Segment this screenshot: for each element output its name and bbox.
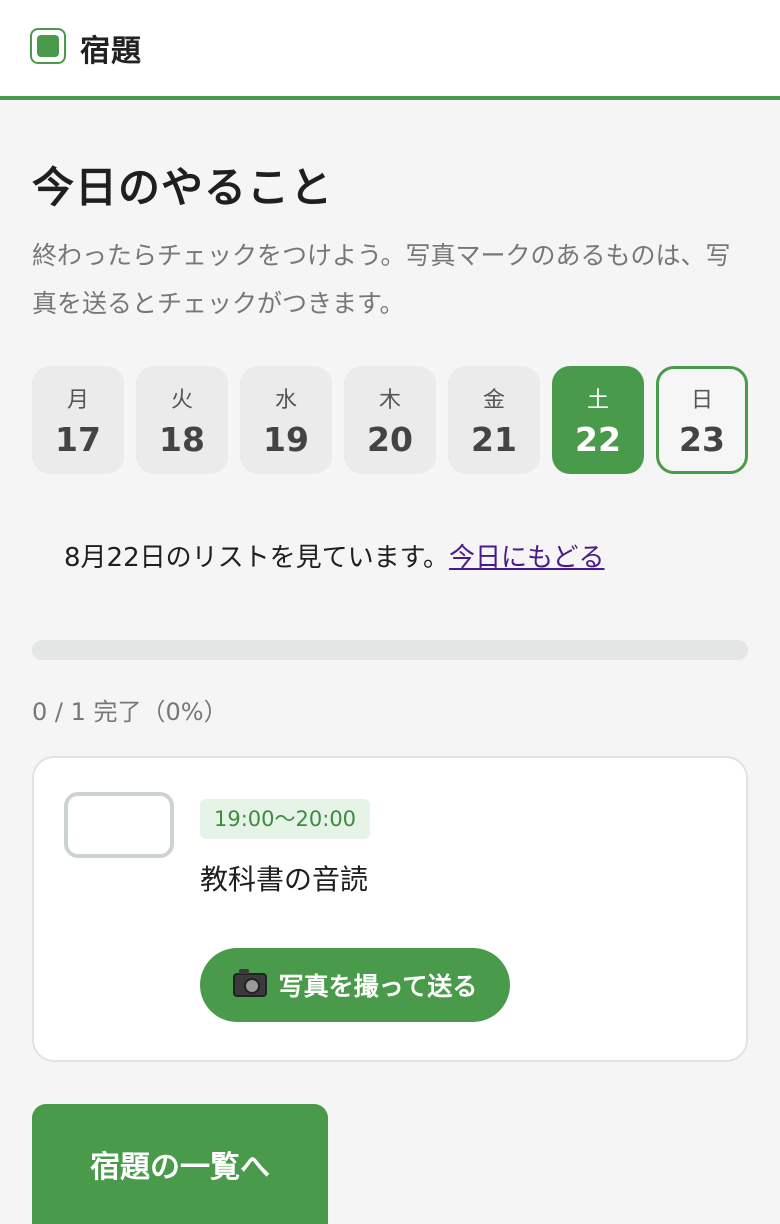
day-item-thu[interactable]: 木 20 [344,366,436,474]
task-card: 19:00〜20:00 教科書の音読 写真を撮って送る [32,756,748,1062]
day-number: 17 [55,419,101,459]
app-title: 宿題 [80,34,142,69]
app-logo-icon [30,28,66,64]
day-item-sat[interactable]: 土 22 [552,366,644,474]
day-label: 木 [378,387,401,413]
day-number: 20 [367,419,413,459]
back-to-today-link[interactable]: 今日にもどる [449,543,604,573]
task-title: 教科書の音読 [200,863,369,896]
take-photo-label: 写真を撮って送る [278,972,478,1001]
day-label: 水 [274,387,297,413]
day-number: 18 [159,419,205,459]
day-item-sun[interactable]: 日 23 [656,366,748,474]
homework-list-button[interactable]: 宿題の一覧へ [32,1104,328,1224]
viewing-date-text: 8月22日のリストを見ています。 [64,543,450,573]
day-label: 火 [170,387,193,413]
progress-bar [32,640,748,660]
day-item-fri[interactable]: 金 21 [448,366,540,474]
camera-icon [232,969,267,997]
day-label: 土 [586,387,609,413]
day-label: 日 [690,387,713,413]
day-selector: 月 17 火 18 水 19 木 20 金 21 土 22 日 23 [32,366,748,474]
task-checkbox[interactable] [64,792,174,858]
day-number: 22 [575,419,621,459]
page-description: 終わったらチェックをつけよう。写真マークのあるものは、写真を送るとチェックがつき… [32,241,731,318]
take-photo-button[interactable]: 写真を撮って送る [200,948,510,1022]
viewing-date-notice: 8月22日のリストを見ています。今日にもどる [64,537,605,574]
day-number: 21 [471,419,517,459]
app-header: 宿題 [0,0,780,100]
homework-list-label: 宿題の一覧へ [90,1150,270,1185]
day-label: 金 [482,387,505,413]
task-time-badge: 19:00〜20:00 [200,799,371,839]
day-item-wed[interactable]: 水 19 [240,366,332,474]
progress-label: 0 / 1 完了（0%） [32,698,228,726]
day-number: 23 [679,419,725,459]
day-number: 19 [263,419,309,459]
page-title: 今日のやること [32,163,334,212]
day-item-tue[interactable]: 火 18 [136,366,228,474]
day-label: 月 [66,387,89,413]
day-item-mon[interactable]: 月 17 [32,366,124,474]
